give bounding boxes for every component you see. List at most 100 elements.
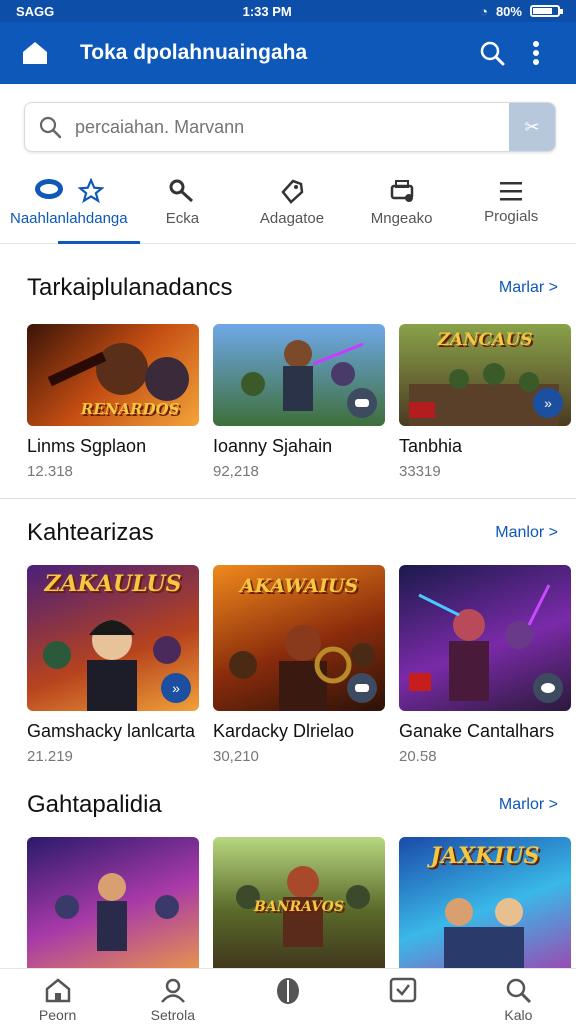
see-more-link[interactable]: Marlor > bbox=[499, 796, 558, 814]
game-title: Linms Sgplaon bbox=[27, 436, 147, 456]
alarm-icon: ◔ bbox=[480, 3, 488, 19]
search-bar: ✂ bbox=[24, 102, 556, 152]
voice-search-button[interactable]: ✂ bbox=[509, 103, 555, 151]
game-card[interactable]: Ganake Cantalhars 20.58 bbox=[399, 565, 571, 765]
section-header: Tarkaiplulanadancs Marlar > bbox=[27, 262, 558, 314]
game-logo: JAXKIUS bbox=[430, 843, 540, 869]
game-count: 20.58 bbox=[399, 748, 437, 765]
nav-label: Setrola bbox=[150, 1007, 195, 1023]
game-logo: ZANCAUS bbox=[437, 330, 533, 350]
search-field-icon bbox=[25, 115, 75, 139]
game-thumbnail bbox=[213, 324, 385, 426]
game-count: 33319 bbox=[399, 463, 441, 480]
fast-forward-icon: » bbox=[161, 673, 191, 703]
tab-mngeako[interactable]: Mngeako bbox=[347, 162, 457, 243]
game-logo: RENARDOS bbox=[80, 400, 180, 418]
chat-icon bbox=[533, 673, 563, 703]
card-row: BANRAVOS JAXKIUS bbox=[27, 837, 571, 983]
printer-icon bbox=[390, 180, 413, 202]
game-thumbnail: ZANCAUS » bbox=[399, 324, 571, 426]
game-count: 92,218 bbox=[213, 463, 259, 480]
game-thumbnail: ZAKAULUS » bbox=[27, 565, 199, 711]
game-card[interactable]: BANRAVOS bbox=[213, 837, 385, 983]
game-title: Ioanny Sjahain bbox=[213, 436, 333, 456]
tab-label: Progials bbox=[484, 208, 539, 225]
search-icon[interactable] bbox=[470, 31, 514, 75]
section-header: Kahtearizas Manlor > bbox=[27, 507, 558, 559]
coin-icon bbox=[277, 978, 299, 1004]
tab-label: Mngeako bbox=[370, 210, 433, 227]
game-title: Kardacky Dlrielao bbox=[213, 721, 355, 741]
game-thumbnail: JAXKIUS bbox=[399, 837, 571, 983]
clock: 1:33 PM bbox=[242, 3, 292, 19]
section-divider bbox=[0, 498, 576, 499]
tab-label: Naahlanlahdanga bbox=[10, 210, 128, 227]
nav-search[interactable]: Kalo bbox=[461, 969, 576, 1024]
section-header: Gahtapalidia Marlor > bbox=[27, 779, 558, 831]
section-gallery: Gahtapalidia Marlor > BANRAVOS JAXKIUS bbox=[0, 779, 576, 983]
nav-label: Kalo bbox=[504, 1007, 533, 1023]
nav-profile[interactable]: Setrola bbox=[115, 969, 230, 1024]
key-icon bbox=[169, 179, 194, 203]
section-title: Tarkaiplulanadancs bbox=[27, 274, 233, 301]
search-area: ✂ bbox=[0, 84, 576, 162]
section-title: Gahtapalidia bbox=[27, 791, 162, 818]
category-tabs: Naahlanlahdanga Ecka Adagatoe Mngeako Pr… bbox=[0, 162, 576, 244]
controller-icon bbox=[347, 388, 377, 418]
tab-featured[interactable]: Naahlanlahdanga bbox=[10, 162, 140, 244]
app-title: Toka dpolahnuaingaha bbox=[80, 41, 308, 64]
gamepad-icon bbox=[34, 179, 63, 199]
game-card[interactable] bbox=[27, 837, 199, 983]
game-card[interactable]: RENARDOS Linms Sgplaon 12.318 bbox=[27, 324, 199, 480]
game-card[interactable]: AKAWAIUS Kardacky Dlrielao 30,210 bbox=[213, 565, 385, 765]
tab-label: Adagatoe bbox=[259, 210, 325, 227]
search-icon bbox=[507, 978, 532, 1003]
game-count: 12.318 bbox=[27, 463, 73, 480]
menu-icon bbox=[500, 182, 523, 201]
nav-home[interactable]: Peorn bbox=[0, 969, 115, 1024]
card-row: ZAKAULUS » Gamshacky lanlcarta 21.219 AK… bbox=[27, 565, 571, 765]
game-thumbnail bbox=[27, 837, 199, 983]
star-icon bbox=[77, 178, 104, 204]
game-logo: AKAWAIUS bbox=[239, 575, 359, 597]
section-title: Kahtearizas bbox=[27, 519, 154, 546]
game-thumbnail bbox=[399, 565, 571, 711]
bottom-nav: Peorn Setrola Kalo bbox=[0, 968, 576, 1024]
tab-adagatoe[interactable]: Adagatoe bbox=[237, 162, 347, 243]
controller-icon bbox=[347, 673, 377, 703]
game-card[interactable]: JAXKIUS bbox=[399, 837, 571, 983]
fast-forward-icon: » bbox=[533, 388, 563, 418]
game-card[interactable]: Ioanny Sjahain 92,218 bbox=[213, 324, 385, 480]
carrier-label: SAGG bbox=[16, 3, 55, 19]
game-card[interactable]: ZAKAULUS » Gamshacky lanlcarta 21.219 bbox=[27, 565, 199, 765]
game-thumbnail: RENARDOS bbox=[27, 324, 199, 426]
tab-label: Ecka bbox=[165, 210, 200, 227]
tab-progials[interactable]: Progials bbox=[456, 162, 566, 243]
game-title: Tanbhia bbox=[399, 436, 463, 456]
game-count: 21.219 bbox=[27, 748, 73, 765]
game-thumbnail: BANRAVOS bbox=[213, 837, 385, 983]
game-card[interactable]: ZANCAUS » Tanbhia 33319 bbox=[399, 324, 571, 480]
game-thumbnail: AKAWAIUS bbox=[213, 565, 385, 711]
home-icon[interactable] bbox=[18, 36, 52, 70]
game-title: Ganake Cantalhars bbox=[399, 721, 555, 741]
game-logo: BANRAVOS bbox=[254, 899, 344, 915]
section-top: Tarkaiplulanadancs Marlar > RENARDOS Lin… bbox=[0, 244, 576, 480]
check-icon bbox=[389, 977, 417, 1003]
see-more-link[interactable]: Manlor > bbox=[495, 524, 558, 542]
tag-icon bbox=[281, 179, 304, 204]
battery-percent: 80% bbox=[495, 3, 522, 19]
nav-check[interactable] bbox=[346, 969, 461, 1024]
game-logo: ZAKAULUS bbox=[44, 571, 182, 597]
battery-icon bbox=[529, 5, 563, 17]
tab-ecka[interactable]: Ecka bbox=[128, 162, 238, 243]
mic-icon: ✂ bbox=[524, 116, 540, 137]
section-characters: Kahtearizas Manlor > ZAKAULUS » Gamshack… bbox=[0, 507, 576, 765]
nav-coin[interactable] bbox=[230, 969, 345, 1024]
search-input[interactable] bbox=[75, 116, 509, 138]
card-row: RENARDOS Linms Sgplaon 12.318 Ioanny Sja… bbox=[27, 324, 571, 480]
more-vert-icon[interactable] bbox=[514, 31, 558, 75]
see-more-link[interactable]: Marlar > bbox=[499, 279, 558, 297]
home-icon bbox=[45, 978, 70, 1003]
game-count: 30,210 bbox=[213, 748, 259, 765]
